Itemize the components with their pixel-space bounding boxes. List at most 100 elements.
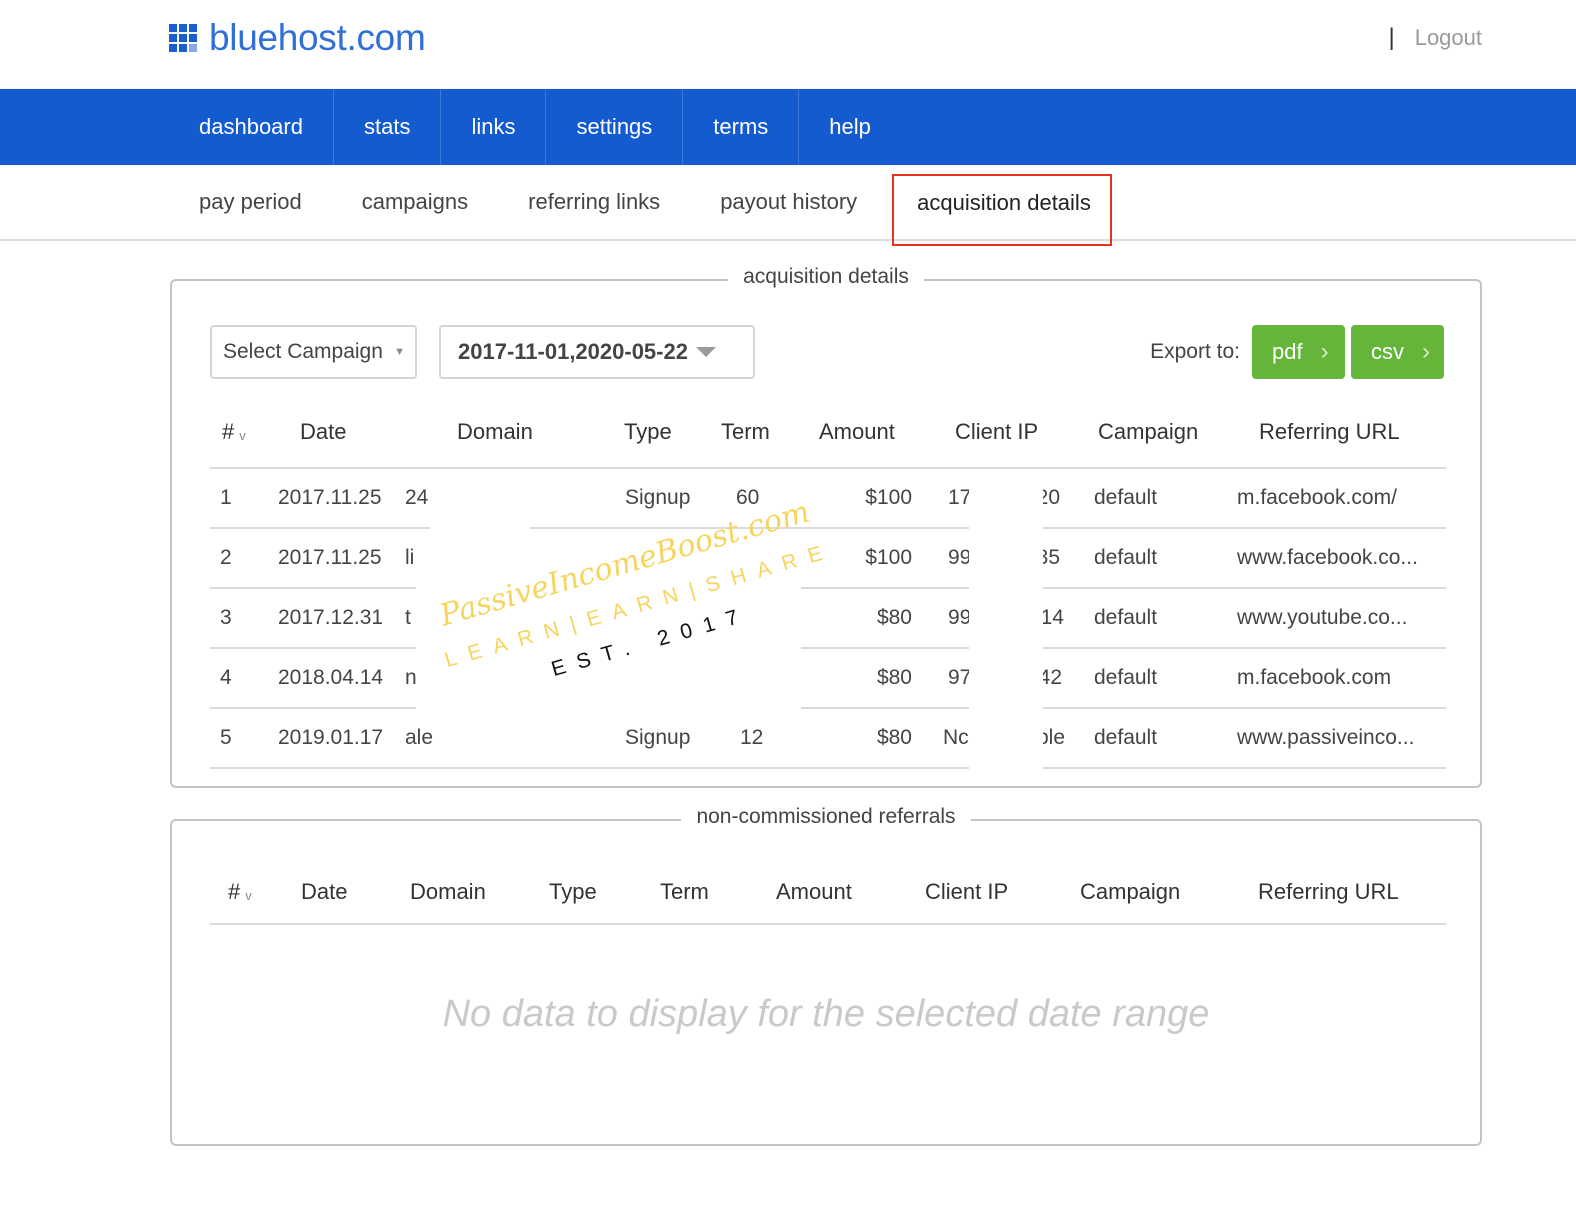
column-header-referring-url[interactable]: Referring URL bbox=[1259, 397, 1400, 467]
main-nav-dashboard[interactable]: dashboard bbox=[169, 89, 334, 165]
caret-down-icon: ▼ bbox=[394, 346, 405, 358]
panel-legend-non-commissioned: non-commissioned referrals bbox=[681, 805, 971, 828]
panel-legend-acquisition: acquisition details bbox=[728, 265, 924, 288]
sub-nav-referring-links[interactable]: referring links bbox=[498, 165, 690, 239]
sort-icon: v bbox=[245, 887, 252, 903]
date-range-value: 2017-11-01,2020-05-22 bbox=[458, 339, 688, 364]
empty-state-message: No data to display for the selected date… bbox=[442, 993, 1210, 1035]
campaign-select[interactable]: Select Campaign ▼ bbox=[210, 325, 417, 379]
cell-referring-url[interactable]: www.facebook.co... bbox=[1237, 529, 1418, 587]
column-header-client-ip[interactable]: Client IP bbox=[925, 861, 1008, 923]
table-header: # v Date Domain Type Term Amount Client I… bbox=[210, 397, 1446, 469]
chevron-right-icon: › bbox=[1320, 338, 1329, 365]
main-nav-terms[interactable]: terms bbox=[683, 89, 800, 165]
redaction-mask bbox=[430, 531, 800, 589]
table-header: # v Date Domain Type Term Amount Client I… bbox=[210, 861, 1446, 925]
cell-number: 1 bbox=[220, 486, 232, 509]
sub-nav-campaigns[interactable]: campaigns bbox=[332, 165, 498, 239]
export-controls: Export to: pdf › csv › bbox=[1150, 325, 1444, 379]
cell-referring-url[interactable]: www.passiveinco... bbox=[1237, 709, 1414, 767]
table-row: 3 2017.12.31 t $80 99 .14 default www.yo… bbox=[210, 589, 1446, 649]
cell-domain: li bbox=[405, 546, 415, 569]
column-header-number[interactable]: # v bbox=[228, 861, 252, 923]
column-header-type[interactable]: Type bbox=[549, 861, 597, 923]
date-range-select[interactable]: 2017-11-01,2020-05-22 bbox=[439, 325, 755, 379]
bluehost-logo[interactable]: bluehost.com bbox=[169, 17, 426, 59]
export-csv-label: csv bbox=[1371, 339, 1404, 364]
cell-amount: $100 bbox=[865, 546, 912, 569]
cell-domain: n bbox=[405, 666, 417, 689]
cell-referring-url[interactable]: m.facebook.com/ bbox=[1237, 469, 1397, 527]
cell-client-ip-start: 99 bbox=[948, 606, 972, 629]
acquisition-table: # v Date Domain Type Term Amount Client I… bbox=[210, 397, 1446, 771]
cell-domain: ale bbox=[405, 726, 434, 749]
cell-domain: 24 bbox=[405, 486, 429, 509]
cell-campaign: default bbox=[1094, 486, 1158, 509]
logo-text: bluehost.com bbox=[209, 17, 426, 58]
column-header-amount[interactable]: Amount bbox=[819, 397, 895, 467]
table-row: 1 2017.11.25 24 Signup 60 $100 174 20 de… bbox=[210, 469, 1446, 529]
acquisition-details-panel: acquisition details Select Campaign ▼ 20… bbox=[170, 265, 1482, 788]
cell-number: 2 bbox=[220, 546, 232, 569]
cell-date: 2017.11.25 bbox=[278, 546, 382, 569]
cell-date: 2017.11.25 bbox=[278, 486, 382, 509]
cell-date: 2019.01.17 bbox=[278, 726, 384, 749]
cell-number: 5 bbox=[220, 726, 232, 749]
cell-campaign: default bbox=[1094, 726, 1158, 749]
main-nav-help[interactable]: help bbox=[799, 89, 901, 165]
column-header-client-ip[interactable]: Client IP bbox=[955, 397, 1038, 467]
cell-referring-url[interactable]: www.youtube.co... bbox=[1237, 589, 1407, 647]
sub-nav-payout-history[interactable]: payout history bbox=[690, 165, 887, 239]
sub-nav-acquisition-details[interactable]: acquisition details bbox=[892, 174, 1112, 246]
cell-amount: $80 bbox=[876, 726, 912, 749]
cell-campaign: default bbox=[1094, 606, 1158, 629]
column-header-campaign[interactable]: Campaign bbox=[1080, 861, 1180, 923]
cell-referring-url[interactable]: m.facebook.com bbox=[1237, 649, 1391, 707]
non-commissioned-table: # v Date Domain Type Term Amount Client I… bbox=[210, 861, 1446, 925]
column-header-term[interactable]: Term bbox=[721, 397, 770, 467]
column-header-term[interactable]: Term bbox=[660, 861, 709, 923]
sub-nav: pay period campaigns referring links pay… bbox=[0, 165, 1576, 246]
export-label: Export to: bbox=[1150, 340, 1240, 363]
column-header-amount[interactable]: Amount bbox=[776, 861, 852, 923]
column-header-date[interactable]: Date bbox=[300, 397, 346, 467]
column-header-number[interactable]: # v bbox=[222, 397, 246, 467]
main-nav: dashboard stats links settings terms hel… bbox=[0, 89, 1576, 165]
column-header-date[interactable]: Date bbox=[301, 861, 347, 923]
cell-client-ip-start: 99 bbox=[948, 546, 972, 569]
main-nav-links[interactable]: links bbox=[441, 89, 547, 165]
logout-link[interactable]: Logout bbox=[1415, 25, 1482, 51]
cell-amount: $80 bbox=[876, 606, 912, 629]
cell-term: 60 bbox=[736, 486, 760, 509]
cell-type: Signup bbox=[625, 726, 691, 749]
cell-campaign: default bbox=[1094, 546, 1158, 569]
export-csv-button[interactable]: csv › bbox=[1351, 325, 1444, 379]
column-header-referring-url[interactable]: Referring URL bbox=[1258, 861, 1399, 923]
caret-down-icon bbox=[695, 347, 716, 357]
logout-area: | Logout bbox=[1388, 24, 1482, 52]
main-nav-stats[interactable]: stats bbox=[334, 89, 442, 165]
sub-nav-pay-period[interactable]: pay period bbox=[169, 165, 332, 239]
column-header-campaign[interactable]: Campaign bbox=[1098, 397, 1198, 467]
cell-number: 4 bbox=[220, 666, 232, 689]
column-header-type[interactable]: Type bbox=[624, 397, 672, 467]
column-header-domain[interactable]: Domain bbox=[457, 397, 533, 467]
sort-icon: v bbox=[239, 427, 246, 443]
cell-date: 2018.04.14 bbox=[278, 666, 384, 689]
cell-term: 12 bbox=[740, 726, 764, 749]
chevron-right-icon: › bbox=[1422, 338, 1430, 365]
cell-domain: t bbox=[405, 606, 411, 629]
main-nav-settings[interactable]: settings bbox=[546, 89, 684, 165]
cell-date: 2017.12.31 bbox=[278, 606, 384, 629]
non-commissioned-referrals-panel: non-commissioned referrals # v Date Domai… bbox=[170, 805, 1482, 1146]
export-pdf-button[interactable]: pdf › bbox=[1252, 325, 1345, 379]
cell-client-ip-start: 97 bbox=[948, 666, 972, 689]
cell-type: Signup bbox=[625, 486, 691, 509]
table-row: 4 2018.04.14 n $80 97 42 default m.faceb… bbox=[210, 649, 1446, 709]
top-header: bluehost.com | Logout bbox=[0, 0, 1576, 89]
redaction-mask bbox=[969, 471, 1043, 771]
logo-grid-icon bbox=[169, 24, 197, 52]
table-row: 2 2017.11.25 li $100 99 35 default www.f… bbox=[210, 529, 1446, 589]
cell-amount: $80 bbox=[876, 666, 912, 689]
column-header-domain[interactable]: Domain bbox=[410, 861, 486, 923]
